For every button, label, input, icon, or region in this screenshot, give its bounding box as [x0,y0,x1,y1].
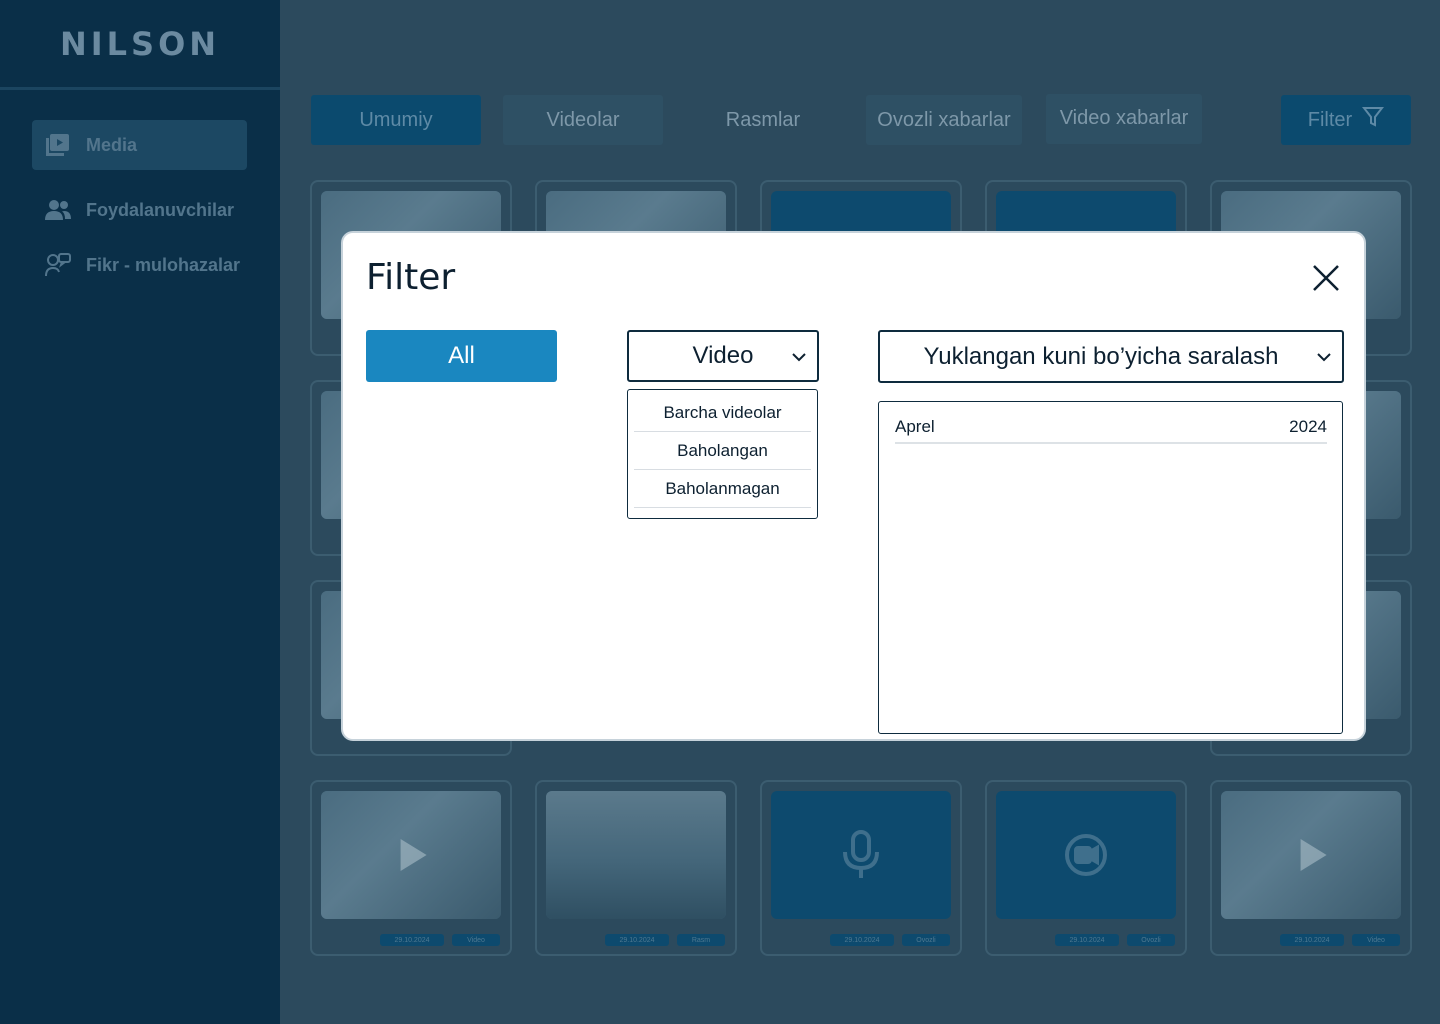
dropdown-option[interactable]: Barcha videolar [634,394,811,432]
date-badge: 29.10.2024 [1280,934,1344,946]
users-icon [44,196,72,224]
filter-button-label: Filter [1307,108,1353,131]
thumbnail [996,791,1176,919]
tab-video-xabarlar[interactable]: Video xabarlar [1046,94,1202,144]
media-card-voice[interactable]: 29.10.2024 Ovozli [760,780,962,956]
type-badge: Video [1352,934,1400,946]
filter-dialog: Filter All Video Barcha videolar Baholan… [341,231,1366,741]
app-logo: NILSON [0,0,280,90]
chevron-down-icon [1317,353,1331,362]
media-card-video[interactable]: 29.10.2024 Video [1210,780,1412,956]
date-year: 2024 [1289,417,1327,436]
date-badge: 29.10.2024 [380,934,444,946]
date-badge: 29.10.2024 [1055,934,1119,946]
thumbnail [321,791,501,919]
date-panel: Aprel 2024 [878,401,1343,734]
thumbnail [1221,791,1401,919]
tab-rasmlar[interactable]: Rasmlar [683,95,843,145]
filter-icon [1362,106,1385,134]
type-badge: Rasm [677,934,725,946]
dropdown-option[interactable]: Baholanmagan [634,470,811,508]
thumbnail [771,791,951,919]
type-badge: Ovozli [1127,934,1175,946]
close-icon [1313,265,1339,291]
media-card-videomsg[interactable]: 29.10.2024 Ovozli [985,780,1187,956]
play-icon [1300,839,1327,871]
date-month: Aprel [895,417,935,436]
sidebar-item-feedback[interactable]: Fikr - mulohazalar [32,240,247,290]
dialog-title: Filter [366,257,456,298]
tab-umumiy[interactable]: Umumiy [311,95,481,145]
chevron-down-icon [792,353,806,362]
feedback-icon [44,251,72,279]
tab-ovozli-xabarlar[interactable]: Ovozli xabarlar [866,95,1022,145]
filter-button[interactable]: Filter [1281,95,1411,145]
close-button[interactable] [1309,261,1343,295]
sort-select[interactable]: Yuklangan kuni bo’yicha saralash [878,330,1344,383]
thumbnail [546,791,726,919]
type-select-value: Video [692,342,754,369]
sidebar-item-label: Foydalanuvchilar [86,199,235,220]
dropdown-option[interactable]: Baholangan [634,432,811,470]
type-badge: Ovozli [902,934,950,946]
sidebar-item-label: Media [86,134,138,155]
sort-select-value: Yuklangan kuni bo’yicha saralash [923,342,1279,370]
date-row[interactable]: Aprel 2024 [895,412,1327,444]
media-card-video[interactable]: 29.10.2024 Video [310,780,512,956]
type-badge: Video [452,934,500,946]
tab-videolar[interactable]: Videolar [503,95,663,145]
date-badge: 29.10.2024 [830,934,894,946]
all-button[interactable]: All [366,330,557,382]
media-icon [44,131,72,159]
date-badge: 29.10.2024 [605,934,669,946]
microphone-icon [771,791,951,919]
sidebar: NILSON Media Foydalanuvchilar Fikr - mul… [0,0,280,1024]
type-select[interactable]: Video [627,330,819,382]
sidebar-item-label: Fikr - mulohazalar [86,254,241,275]
video-camera-icon [996,791,1176,919]
sidebar-item-users[interactable]: Foydalanuvchilar [32,185,247,235]
media-card-image[interactable]: 29.10.2024 Rasm [535,780,737,956]
sidebar-item-media[interactable]: Media [32,120,247,170]
play-icon [400,839,427,871]
type-dropdown-menu: Barcha videolar Baholangan Baholanmagan [627,389,818,519]
